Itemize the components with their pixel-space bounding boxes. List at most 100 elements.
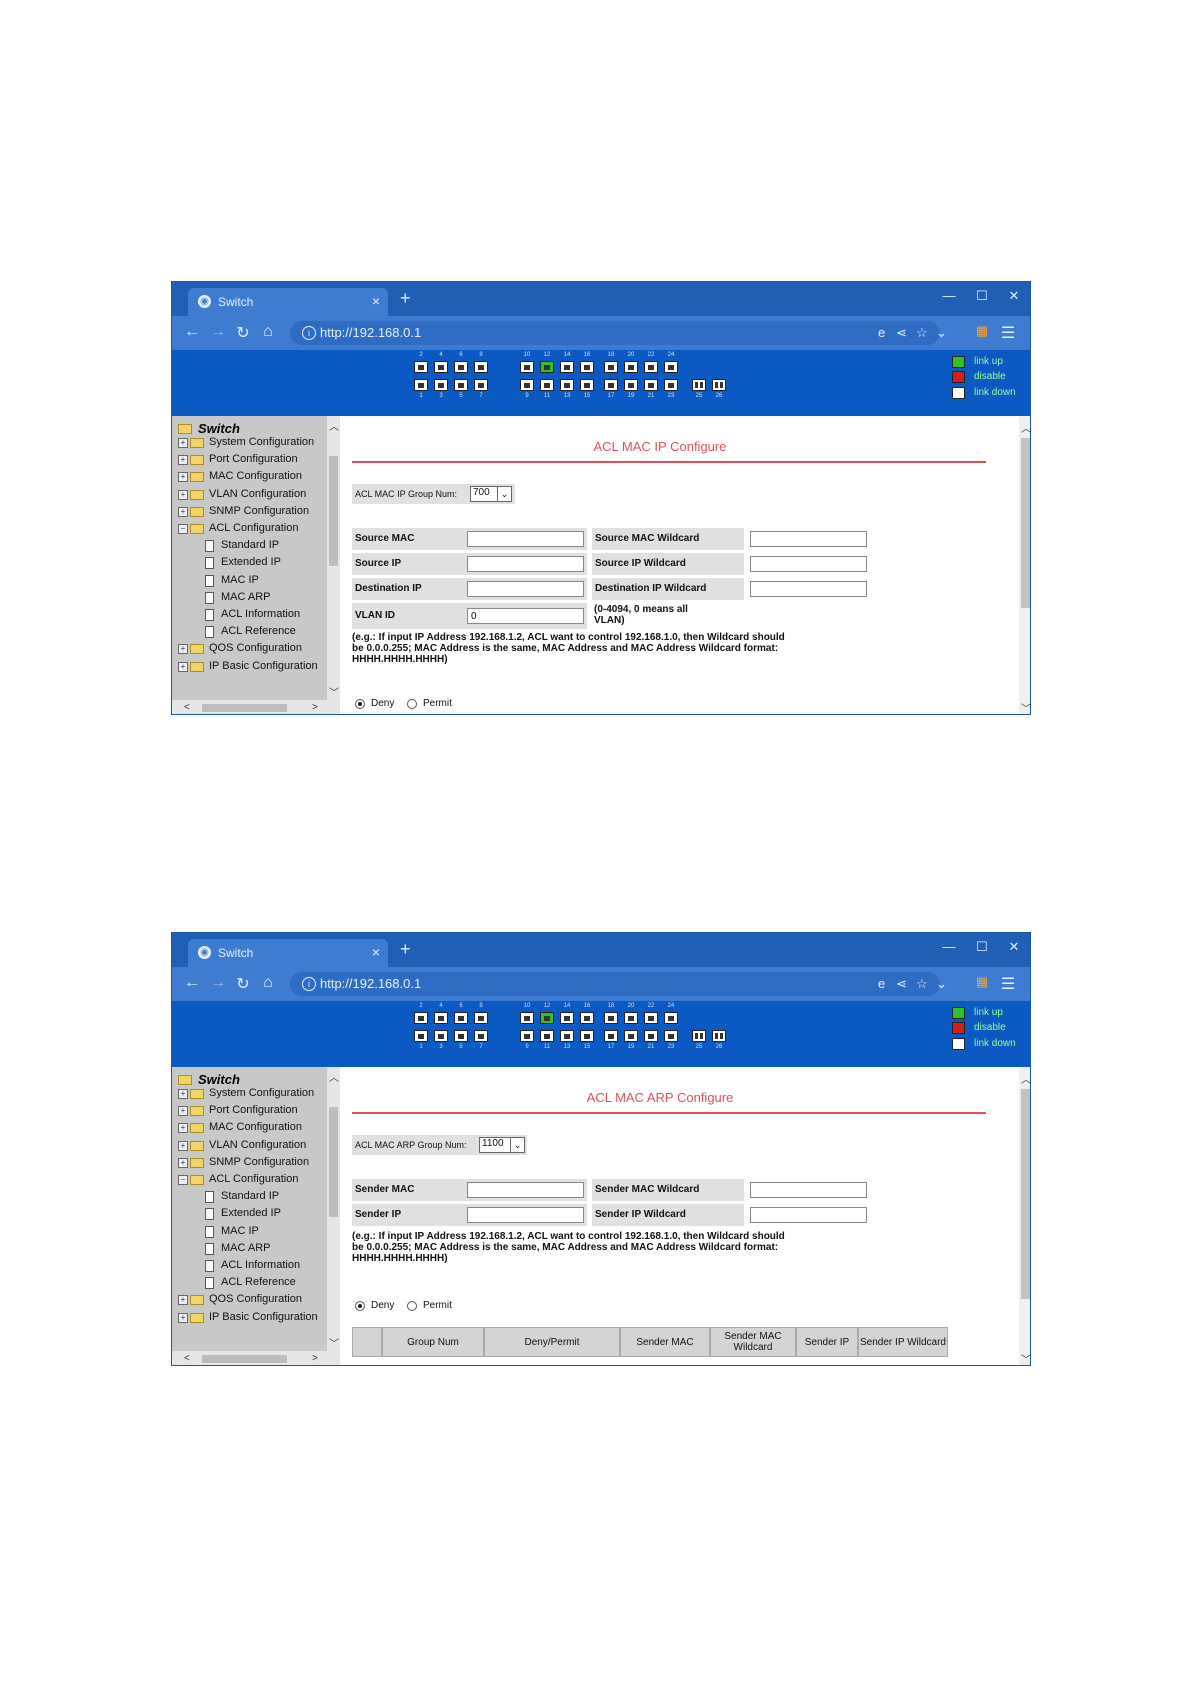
menu-icon[interactable]: ☰ [998, 323, 1018, 343]
tab-close-icon[interactable]: × [372, 293, 380, 309]
tab-switch[interactable]: ◉ Switch × [188, 288, 388, 316]
menu-icon[interactable]: ☰ [998, 974, 1018, 994]
chevron-down-icon[interactable]: ⌄ [497, 487, 511, 501]
port-3-icon[interactable] [434, 1030, 448, 1042]
port-26-icon[interactable] [712, 379, 726, 391]
collapse-icon[interactable]: − [178, 1175, 188, 1185]
sender-ip-input[interactable] [467, 1207, 584, 1223]
share-icon[interactable]: ⋖ [896, 976, 907, 992]
port-22-icon[interactable] [644, 361, 658, 373]
port-23-icon[interactable] [664, 379, 678, 391]
destination-ip-wildcard-input[interactable] [750, 581, 867, 597]
port-9-icon[interactable] [520, 379, 534, 391]
sidebar-horizontal-scrollbar[interactable]: < > [172, 700, 340, 714]
address-bar[interactable]: i http://192.168.0.1 e ⋖ ☆ ⌄ [290, 321, 947, 345]
scroll-left-icon[interactable]: < [184, 1353, 190, 1364]
group-num-select[interactable]: 1100 ⌄ [479, 1137, 525, 1153]
chevron-down-icon[interactable]: ⌄ [936, 976, 947, 992]
scroll-up-icon[interactable]: ︿ [329, 418, 339, 433]
close-button[interactable]: ✕ [1004, 288, 1024, 304]
port-24-icon[interactable] [664, 1012, 678, 1024]
scroll-down-icon[interactable]: ﹀ [1021, 700, 1030, 714]
port-8-icon[interactable] [474, 1012, 488, 1024]
sender-mac-wildcard-input[interactable] [750, 1182, 867, 1198]
port-19-icon[interactable] [624, 1030, 638, 1042]
sidebar-vertical-scrollbar[interactable]: ︿ ﹀ [327, 416, 340, 700]
scroll-right-icon[interactable]: > [312, 1353, 318, 1364]
port-11-icon[interactable] [540, 379, 554, 391]
expand-icon[interactable]: + [178, 438, 188, 448]
sender-mac-input[interactable] [467, 1182, 584, 1198]
expand-icon[interactable]: + [178, 1295, 188, 1306]
port-16-icon[interactable] [580, 1012, 594, 1024]
reload-icon[interactable]: ↻ [233, 974, 253, 994]
content-vertical-scrollbar[interactable]: ︿ ﹀ [1019, 1067, 1030, 1365]
port-18-icon[interactable] [604, 361, 618, 373]
info-icon[interactable]: i [302, 977, 316, 991]
port-14-icon[interactable] [560, 1012, 574, 1024]
scroll-up-icon[interactable]: ︿ [1021, 1071, 1030, 1086]
port-14-icon[interactable] [560, 361, 574, 373]
star-icon[interactable]: ☆ [916, 976, 928, 992]
port-4-icon[interactable] [434, 1012, 448, 1024]
ie-icon[interactable]: e [878, 325, 885, 340]
sidebar-horizontal-scrollbar[interactable]: < > [172, 1351, 340, 1365]
port-17-icon[interactable] [604, 379, 618, 391]
port-25-icon[interactable] [692, 379, 706, 391]
scroll-thumb[interactable] [1021, 1089, 1030, 1299]
expand-icon[interactable]: + [178, 1312, 188, 1323]
port-21-icon[interactable] [644, 379, 658, 391]
port-10-icon[interactable] [520, 1012, 534, 1024]
port-10-icon[interactable] [520, 361, 534, 373]
port-13-icon[interactable] [560, 379, 574, 391]
chevron-down-icon[interactable]: ⌄ [510, 1138, 524, 1152]
port-2-icon[interactable] [414, 361, 428, 373]
expand-icon[interactable]: + [178, 1123, 188, 1134]
port-1-icon[interactable] [414, 379, 428, 391]
source-ip-input[interactable] [467, 556, 584, 572]
sidebar-vertical-scrollbar[interactable]: ︿ ﹀ [327, 1067, 340, 1351]
port-17-icon[interactable] [604, 1030, 618, 1042]
expand-icon[interactable]: + [178, 661, 188, 672]
source-ip-wildcard-input[interactable] [750, 556, 867, 572]
port-12-icon[interactable] [540, 361, 554, 373]
scroll-right-icon[interactable]: > [312, 702, 318, 713]
port-20-icon[interactable] [624, 1012, 638, 1024]
port-5-icon[interactable] [454, 1030, 468, 1042]
back-icon[interactable]: ← [182, 323, 202, 341]
minimize-button[interactable]: — [939, 939, 959, 954]
scroll-thumb[interactable] [202, 1355, 287, 1363]
expand-icon[interactable]: + [178, 1140, 188, 1151]
port-4-icon[interactable] [434, 361, 448, 373]
expand-icon[interactable]: + [178, 506, 188, 517]
scroll-up-icon[interactable]: ︿ [329, 1069, 339, 1084]
port-25-icon[interactable] [692, 1030, 706, 1042]
home-icon[interactable]: ⌂ [258, 974, 278, 992]
expand-icon[interactable]: + [178, 489, 188, 500]
address-bar[interactable]: i http://192.168.0.1 e ⋖ ☆ ⌄ [290, 972, 947, 996]
scroll-down-icon[interactable]: ﹀ [329, 1335, 339, 1350]
port-6-icon[interactable] [454, 361, 468, 373]
scroll-down-icon[interactable]: ﹀ [329, 684, 339, 699]
scroll-thumb[interactable] [202, 704, 287, 712]
port-18-icon[interactable] [604, 1012, 618, 1024]
tree-root[interactable]: Switch [178, 421, 240, 436]
close-button[interactable]: ✕ [1004, 939, 1024, 955]
scroll-thumb[interactable] [1021, 438, 1030, 608]
expand-icon[interactable]: + [178, 1106, 188, 1117]
reload-icon[interactable]: ↻ [233, 323, 253, 343]
source-mac-input[interactable] [467, 531, 584, 547]
deny-radio[interactable] [355, 699, 365, 709]
port-20-icon[interactable] [624, 361, 638, 373]
port-15-icon[interactable] [580, 379, 594, 391]
new-tab-button[interactable]: + [400, 939, 411, 960]
deny-radio[interactable] [355, 1301, 365, 1311]
scroll-left-icon[interactable]: < [184, 702, 190, 713]
port-7-icon[interactable] [474, 1030, 488, 1042]
port-22-icon[interactable] [644, 1012, 658, 1024]
source-mac-wildcard-input[interactable] [750, 531, 867, 547]
tab-close-icon[interactable]: × [372, 944, 380, 960]
content-vertical-scrollbar[interactable]: ︿ ﹀ [1019, 416, 1030, 714]
tree-root[interactable]: Switch [178, 1072, 240, 1087]
back-icon[interactable]: ← [182, 974, 202, 992]
